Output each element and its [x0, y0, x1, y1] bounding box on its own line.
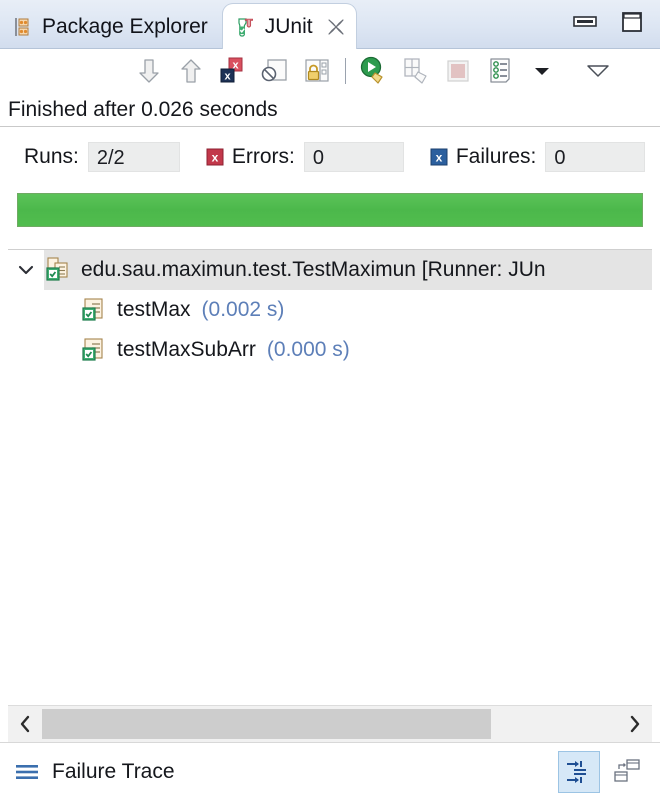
test-case-row[interactable]: testMaxSubArr (0.000 s) — [8, 330, 652, 370]
progress-bar-wrapper — [0, 187, 660, 227]
errors-label: Errors: — [231, 145, 295, 168]
test-run-history-button[interactable] — [479, 51, 521, 91]
test-progress-bar — [17, 193, 643, 227]
package-explorer-icon — [12, 16, 34, 38]
view-menu-icon — [585, 60, 611, 82]
lock-icon — [302, 56, 332, 86]
minimize-icon[interactable] — [572, 12, 598, 32]
scrollbar-track[interactable] — [42, 707, 618, 741]
svg-text:x: x — [436, 151, 443, 165]
stop-icon — [444, 57, 472, 85]
test-case-label: testMax — [117, 298, 191, 321]
test-case-row[interactable]: testMax (0.002 s) — [8, 290, 652, 330]
test-case-pass-icon — [80, 296, 108, 324]
view-menu-button[interactable] — [577, 51, 619, 91]
failure-trace-label: Failure Trace — [52, 759, 175, 783]
error-x-icon: x — [206, 148, 224, 166]
errors-counter: x Errors: 0 — [206, 142, 404, 172]
show-stack-trace-button[interactable] — [606, 751, 648, 793]
failures-value: 0 — [545, 142, 646, 172]
junit-view: Package Explorer JUnit x x Finished afte… — [0, 0, 660, 800]
test-suite-row[interactable]: edu.sau.maximun.test.TestMaximun [Runner… — [8, 250, 652, 290]
history-dropdown-button[interactable] — [521, 51, 563, 91]
failures-only-icon: x x — [218, 56, 248, 86]
failures-label: Failures: — [455, 145, 537, 168]
test-suite-label: edu.sau.maximun.test.TestMaximun [Runner… — [81, 258, 546, 281]
counters-panel: Runs: 2/2 x Errors: 0 x Failures: 0 — [0, 127, 660, 187]
runs-label: Runs: — [24, 145, 79, 168]
arrow-up-icon — [178, 57, 204, 85]
stop-button[interactable] — [437, 51, 479, 91]
maximize-icon[interactable] — [620, 10, 644, 34]
ignored-tests-icon — [260, 56, 290, 86]
runs-value: 2/2 — [87, 142, 180, 172]
arrow-down-icon — [136, 57, 162, 85]
previous-failed-test-button[interactable] — [170, 51, 212, 91]
test-case-duration: (0.002 s) — [201, 298, 285, 321]
runs-counter: Runs: 2/2 — [24, 142, 180, 172]
horizontal-scrollbar[interactable] — [8, 705, 652, 742]
test-result-tree[interactable]: edu.sau.maximun.test.TestMaximun [Runner… — [8, 249, 652, 681]
tab-label: JUnit — [264, 14, 313, 38]
failure-trace-panel: Failure Trace — [0, 742, 660, 800]
failure-x-icon: x — [430, 148, 448, 166]
errors-value: 0 — [303, 142, 404, 172]
tab-package-explorer[interactable]: Package Explorer — [0, 6, 222, 48]
close-icon[interactable] — [326, 17, 346, 37]
stack-trace-icon — [612, 757, 642, 787]
chevron-left-icon[interactable] — [8, 707, 42, 741]
svg-text:x: x — [224, 70, 231, 82]
test-case-label: testMaxSubArr — [117, 338, 256, 361]
svg-text:x: x — [212, 151, 219, 165]
view-tab-bar: Package Explorer JUnit — [0, 0, 660, 49]
rerun-icon — [358, 55, 390, 87]
toolbar-separator — [345, 58, 346, 84]
chevron-right-icon[interactable] — [618, 707, 652, 741]
status-text: Finished after 0.026 seconds — [8, 97, 278, 121]
failures-counter: x Failures: 0 — [430, 142, 646, 172]
rerun-failed-icon — [400, 55, 432, 87]
test-case-pass-icon — [80, 336, 108, 364]
tab-label: Package Explorer — [42, 15, 208, 38]
rerun-failed-first-button[interactable] — [395, 51, 437, 91]
window-controls — [572, 10, 644, 34]
scroll-lock-button[interactable] — [296, 51, 338, 91]
test-suite-pass-icon — [44, 256, 72, 284]
history-icon — [485, 56, 515, 86]
status-line: Finished after 0.026 seconds — [0, 93, 660, 127]
compare-result-icon — [564, 757, 594, 787]
test-case-duration: (0.000 s) — [266, 338, 350, 361]
compare-results-button[interactable] — [558, 750, 600, 793]
tab-junit[interactable]: JUnit — [221, 3, 357, 49]
failure-trace-icon — [14, 759, 40, 785]
show-ignored-button[interactable] — [254, 51, 296, 91]
scrollbar-thumb[interactable] — [42, 709, 492, 739]
next-failed-test-button[interactable] — [128, 51, 170, 91]
junit-toolbar: x x — [0, 49, 660, 93]
chevron-down-icon — [531, 60, 553, 82]
show-failures-only-button[interactable]: x x — [212, 51, 254, 91]
progress-bar-fill — [18, 194, 642, 226]
rerun-test-button[interactable] — [353, 51, 395, 91]
chevron-down-icon[interactable] — [8, 260, 44, 280]
junit-icon — [235, 16, 257, 38]
